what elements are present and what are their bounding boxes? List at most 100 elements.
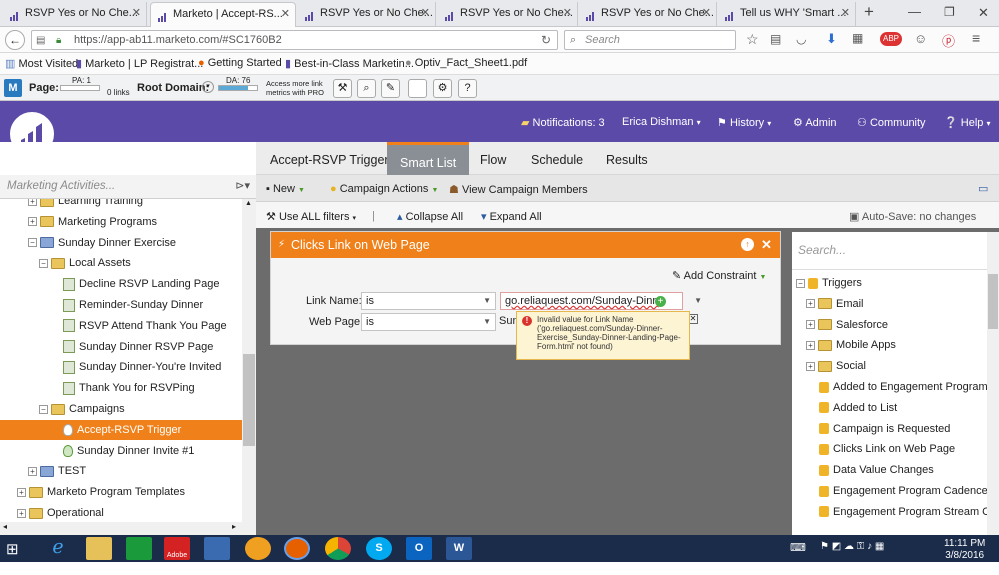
expand-icon[interactable]: + — [28, 217, 37, 227]
tree-item[interactable]: Decline RSVP Landing Page — [0, 274, 242, 294]
scroll-up-icon[interactable]: ▲ — [245, 200, 252, 207]
tree-item[interactable]: − Local Assets — [0, 253, 242, 273]
add-constraint-button[interactable]: ✎ Add Constraint ▼ — [672, 269, 766, 282]
gear-icon[interactable]: ⚙ — [433, 79, 452, 98]
remote-desktop-icon[interactable] — [204, 537, 230, 560]
scroll-thumb[interactable] — [988, 274, 998, 329]
windows-start-icon[interactable]: ⊞ — [6, 540, 19, 558]
collapse-icon[interactable]: − — [39, 404, 48, 414]
bookmark-most-visited[interactable]: ▥ Most Visited — [5, 57, 78, 70]
add-value-icon[interactable]: + — [655, 296, 666, 307]
view-campaign-members-button[interactable]: ☗ View Campaign Members — [449, 183, 588, 196]
tree-item[interactable]: − Sunday Dinner Exercise — [0, 233, 242, 253]
admin-button[interactable]: ⚙ Admin — [793, 116, 837, 129]
link-name-operator-select[interactable]: is ▼ — [361, 292, 496, 310]
close-window-icon[interactable]: ✕ — [978, 5, 989, 21]
pinterest-icon[interactable]: ⓟ — [942, 31, 955, 50]
close-tab-icon[interactable]: ✕ — [132, 2, 141, 25]
expand-icon[interactable]: + — [806, 340, 815, 350]
reload-icon[interactable]: ↻ — [541, 31, 551, 49]
user-menu[interactable]: Erica Dishman ▾ — [622, 116, 701, 128]
filter-library-item[interactable]: + Social — [806, 357, 866, 375]
tree-scrollbar[interactable]: ▲ — [242, 199, 256, 522]
browser-tab-2[interactable]: Marketo | Accept-RS... ✕ — [150, 2, 296, 27]
tree-item[interactable]: + TEST — [0, 461, 242, 481]
browser-tab-1[interactable]: RSVP Yes or No Che... ✕ — [3, 2, 147, 27]
adobe-icon[interactable]: Adobe — [164, 537, 190, 560]
tab-smart-list[interactable]: Smart List — [387, 142, 470, 176]
tree-item[interactable]: + Marketing Programs — [0, 212, 242, 232]
close-tab-icon[interactable]: ✕ — [841, 2, 850, 25]
back-icon[interactable]: ← — [5, 30, 25, 50]
moz-logo-icon[interactable]: M — [4, 79, 22, 97]
expand-icon[interactable]: + — [17, 487, 26, 497]
blank-tool-icon[interactable] — [408, 79, 427, 98]
browser-tab-5[interactable]: RSVP Yes or No Che... ✕ — [579, 2, 717, 27]
tray-icons[interactable]: ⚑ ◩ ☁ ⚿ ♪ ▦ — [820, 541, 884, 552]
tree-item[interactable]: Sunday Dinner RSVP Page — [0, 337, 242, 357]
filter-library-item[interactable]: Engagement Program Cadence Ch — [806, 482, 987, 500]
history-menu[interactable]: ⚑ History ▾ — [717, 116, 771, 129]
notifications-button[interactable]: ▰ Notifications: 3 — [521, 116, 605, 129]
url-bar[interactable]: ▤ 🔒︎ https://app-ab11.marketo.com/#SC176… — [31, 30, 558, 50]
tree-item[interactable]: Sunday Dinner-You're Invited — [0, 357, 242, 377]
bookmark-marketo[interactable]: ▮ Marketo | LP Registrat... — [76, 57, 203, 70]
collapse-all-button[interactable]: ▴ Collapse All — [397, 210, 463, 223]
close-tab-icon[interactable]: ✕ — [702, 2, 711, 25]
extension-icon[interactable]: ▦ — [852, 31, 863, 45]
maximize-icon[interactable]: ❐ — [944, 5, 955, 19]
tree-item[interactable]: + Operational — [0, 503, 242, 522]
expand-icon[interactable]: + — [28, 199, 37, 206]
browser-tab-6[interactable]: Tell us WHY 'Smart ... ✕ — [718, 2, 856, 27]
pencil-icon[interactable]: ✎ — [381, 79, 400, 98]
filter-library-item[interactable]: + Salesforce — [806, 316, 888, 334]
tab-accept-rsvp-trigger[interactable]: Accept-RSVP Trigger — [270, 153, 389, 167]
dropdown-icon[interactable]: ▾ — [202, 81, 214, 93]
filter-library-item[interactable]: Added to List — [806, 399, 897, 417]
filter-library-item[interactable]: Engagement Program Stream Chai — [806, 503, 987, 521]
collapse-icon[interactable]: − — [39, 258, 48, 268]
new-button[interactable]: ▪ New ▼ — [266, 183, 305, 195]
filter-library-item[interactable]: + Mobile Apps — [806, 336, 896, 354]
close-tab-icon[interactable]: ✕ — [281, 3, 290, 26]
scroll-left-icon[interactable]: ◂ — [3, 522, 7, 531]
expand-all-button[interactable]: ▾ Expand All — [481, 210, 542, 223]
browser-search-input[interactable]: ⌕ Search — [564, 30, 736, 50]
pro-promo[interactable]: Access more link metrics with PRO — [266, 79, 324, 97]
filter-library-search[interactable]: Search... — [792, 232, 987, 270]
new-tab-icon[interactable]: + — [864, 2, 874, 22]
tab-results[interactable]: Results — [606, 153, 648, 167]
help-menu[interactable]: ❔ Help ▾ — [944, 116, 990, 129]
use-all-filters-button[interactable]: ⚒ Use ALL filters ▾ — [266, 210, 356, 223]
adblock-icon[interactable]: ABP — [880, 32, 902, 46]
tree-item[interactable]: Reminder-Sunday Dinner — [0, 295, 242, 315]
filter-library-item[interactable]: Clicks Link on Web Page — [806, 440, 955, 458]
firefox-taskbar-icon[interactable] — [284, 537, 310, 560]
menu-icon[interactable]: ≡ — [972, 30, 980, 46]
tree-item[interactable]: Thank You for RSVPing — [0, 378, 242, 398]
file-explorer-icon[interactable] — [86, 537, 112, 560]
tree-item[interactable]: RSVP Attend Thank You Page — [0, 316, 242, 336]
filter-library-item[interactable]: − Triggers — [796, 274, 862, 292]
pocket-icon[interactable]: ◡ — [796, 32, 806, 46]
library-scrollbar[interactable] — [987, 232, 999, 535]
web-page-operator-select[interactable]: is ▼ — [361, 313, 496, 331]
tab-schedule[interactable]: Schedule — [531, 153, 583, 167]
tree-item[interactable]: Sunday Dinner Invite #1 — [0, 441, 242, 461]
expand-icon[interactable]: + — [17, 508, 26, 518]
expand-icon[interactable]: + — [806, 361, 815, 371]
emoji-icon[interactable]: ☺ — [914, 31, 927, 46]
tree-item[interactable]: + Learning Training — [0, 199, 242, 211]
chrome-icon[interactable] — [325, 537, 351, 560]
maximize-panel-icon[interactable]: ▭ — [978, 182, 988, 195]
expand-icon[interactable]: + — [28, 466, 37, 476]
collapse-icon[interactable]: − — [28, 238, 37, 248]
minimize-icon[interactable]: — — [908, 4, 921, 19]
filter-library-item[interactable]: Added to Engagement Program — [806, 378, 987, 396]
filter-library-item[interactable]: + Email — [806, 295, 864, 313]
internet-explorer-icon[interactable]: ℯ — [45, 537, 71, 560]
close-tab-icon[interactable]: ✕ — [563, 2, 572, 25]
browser-tab-4[interactable]: RSVP Yes or No Che... ✕ — [438, 2, 578, 27]
filter-icon[interactable]: ⊳▾ — [235, 175, 250, 197]
community-button[interactable]: ⚇ Community — [857, 116, 926, 129]
